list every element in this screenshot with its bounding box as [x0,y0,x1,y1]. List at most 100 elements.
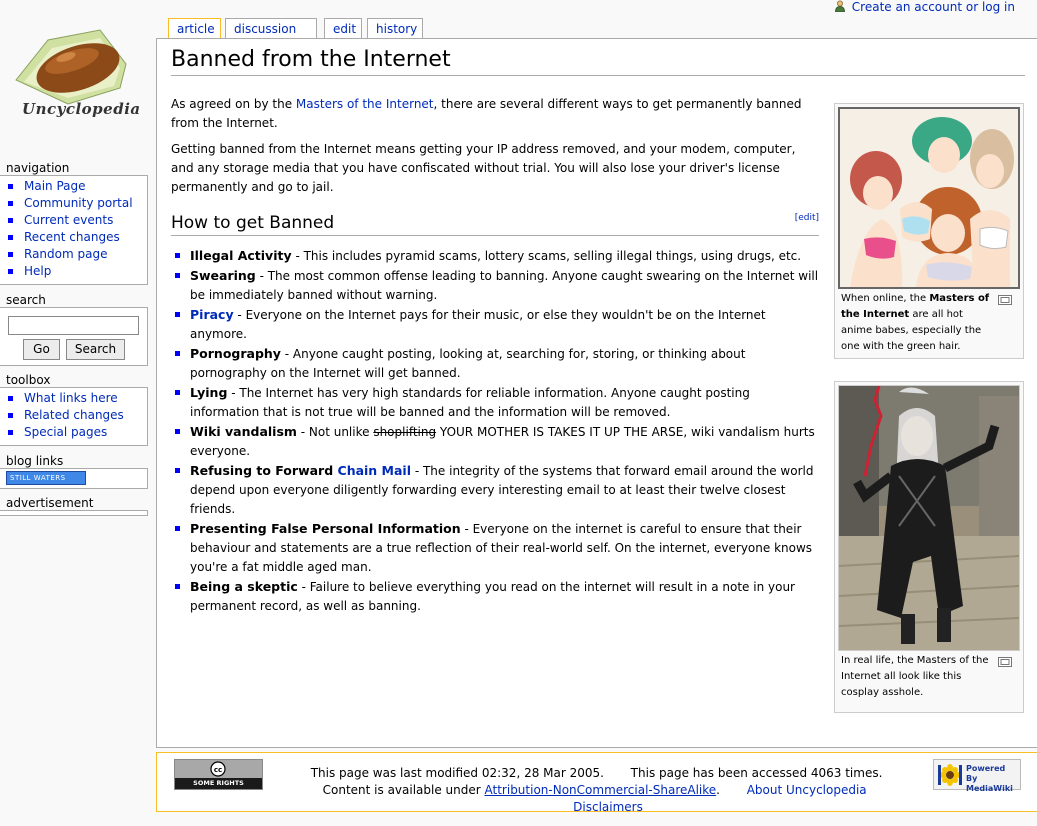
sidebar-item-community-portal[interactable]: Community portal [8,195,147,212]
mediawiki-badge[interactable]: Powered By MediaWiki [933,759,1021,793]
tab-article-label: article [177,22,215,36]
go-button[interactable]: Go [23,339,60,360]
thumb-anime: When online, the Masters of the Internet… [834,103,1024,359]
cc-badge-text: SOME RIGHTS RESERVED [193,779,244,798]
caption-text: When online, the [841,293,930,304]
portlet-search: search Go Search [0,293,148,366]
list-item: Presenting False Personal Information - … [175,519,819,577]
page-title: Banned from the Internet [171,45,1025,76]
login-link[interactable]: Create an account or log in [852,0,1015,14]
item-text: - The most common offense leading to ban… [190,269,819,302]
item-term: Refusing to Forward [190,463,338,478]
item-text: - The Internet has very high standards f… [190,386,750,419]
tab-discussion[interactable]: discussion [225,18,317,39]
section-title: How to get Banned [171,213,335,233]
sidebar-item-related-changes[interactable]: Related changes [8,407,147,424]
portlet-title: search [6,293,46,307]
sidebar-link[interactable]: Related changes [24,408,124,422]
cosplay-image[interactable] [838,385,1020,651]
search-button[interactable]: Search [66,339,125,360]
sidebar-link[interactable]: Recent changes [24,230,120,244]
list-item: Refusing to Forward Chain Mail - The int… [175,461,819,519]
tab-discussion-label: discussion [234,22,297,36]
portlet-toolbox: toolbox What links here Related changes … [0,373,148,446]
search-input[interactable] [8,316,139,335]
intro-text: As agreed on by the [171,97,296,111]
magnify-clip-icon[interactable] [998,657,1012,667]
list-item: Illegal Activity - This includes pyramid… [175,246,819,266]
footer-info: This page was last modified 02:32, 28 Ma… [310,766,883,814]
section-heading: How to get Banned [edit] [171,211,819,236]
site-logo[interactable]: Uncyclopedia [8,28,140,128]
item-term: Presenting False Personal Information [190,521,461,536]
sidebar-item-random-page[interactable]: Random page [8,246,147,263]
sidebar-link[interactable]: Special pages [24,425,107,439]
logo-wordmark: Uncyclopedia [22,100,141,118]
tab-history-label: history [376,22,418,36]
thumb-caption: In real life, the Masters of the Interne… [838,651,1020,701]
sidebar-link[interactable]: What links here [24,391,118,405]
page-views: This page has been accessed 4063 times. [630,766,883,780]
portlet-navigation: navigation Main Page Community portal Cu… [0,161,148,285]
section-edit-link[interactable]: [edit] [795,211,819,225]
chain-mail-link[interactable]: Chain Mail [338,463,412,478]
sidebar-item-main-page[interactable]: Main Page [8,178,147,195]
portlet-body: Go Search [0,307,148,366]
user-icon [834,0,845,12]
tab-history[interactable]: history [367,18,423,39]
portlet-title: blog links [6,454,64,468]
sidebar-link[interactable]: Main Page [24,179,86,193]
portlet-title: navigation [6,161,70,175]
anime-illustration-icon [840,109,1018,287]
sidebar-link[interactable]: Community portal [24,196,133,210]
item-term: Being a skeptic [190,579,298,594]
struck-text: shoplifting [373,425,437,439]
footer: cc SOME RIGHTS RESERVED This page was la… [156,752,1037,814]
license-link[interactable]: Attribution-NonCommercial-ShareAlike [485,783,717,797]
list-item: Lying - The Internet has very high stand… [175,383,819,422]
list-item: Swearing - The most common offense leadi… [175,266,819,305]
item-term: Swearing [190,268,256,283]
portlet-title: toolbox [6,373,51,387]
sidebar-item-special-pages[interactable]: Special pages [8,424,147,441]
tab-article[interactable]: article [168,18,221,40]
masters-link[interactable]: Masters of the Internet [296,97,434,111]
sidebar-item-recent-changes[interactable]: Recent changes [8,229,147,246]
license-text: Content is [322,783,384,797]
portlet-body: Main Page Community portal Current event… [0,175,148,285]
tab-edit[interactable]: edit [324,18,362,39]
sidebar-item-current-events[interactable]: Current events [8,212,147,229]
list-item: Pornography - Anyone caught posting, loo… [175,344,819,383]
still-waters-badge[interactable]: STILL WATERS [6,471,86,485]
caption-text: In real life, the Masters of the Interne… [841,655,989,698]
sidebar-item-what-links-here[interactable]: What links here [8,390,147,407]
item-term: Wiki vandalism [190,424,297,439]
item-term: Pornography [190,346,281,361]
license-text-2: available under [387,783,485,797]
thumb-caption: When online, the Masters of the Internet… [838,289,1020,355]
list-item: Being a skeptic - Failure to believe eve… [175,577,819,616]
sidebar-link[interactable]: Random page [24,247,107,261]
portlet-title: advertisement [6,496,94,510]
portlet-advertisement: advertisement [0,496,148,516]
about-link[interactable]: About Uncyclopedia [747,783,867,797]
ban-list: Illegal Activity - This includes pyramid… [171,246,819,616]
sidebar-link[interactable]: Help [24,264,51,278]
piracy-link[interactable]: Piracy [190,307,234,322]
disclaimers-link[interactable]: Disclaimers [573,800,643,814]
personal-tools: Create an account or log in [834,0,1015,14]
badge-text: STILL WATERS [10,474,66,482]
list-item: Piracy - Everyone on the Internet pays f… [175,305,819,344]
svg-text:cc: cc [214,766,222,774]
magnify-clip-icon[interactable] [998,295,1012,305]
last-modified: This page was last modified 02:32, 28 Ma… [310,766,604,780]
item-term: Illegal Activity [190,248,292,263]
list-item: Wiki vandalism - Not unlike shoplifting … [175,422,819,461]
item-text: - Everyone on the Internet pays for thei… [190,308,766,341]
item-text: - This includes pyramid scams, lottery s… [291,249,802,263]
anime-image[interactable] [838,107,1020,289]
cc-badge[interactable]: cc SOME RIGHTS RESERVED [174,759,263,798]
sidebar-link[interactable]: Current events [24,213,113,227]
cosplay-photo-icon [839,386,1019,650]
sidebar-item-help[interactable]: Help [8,263,147,280]
